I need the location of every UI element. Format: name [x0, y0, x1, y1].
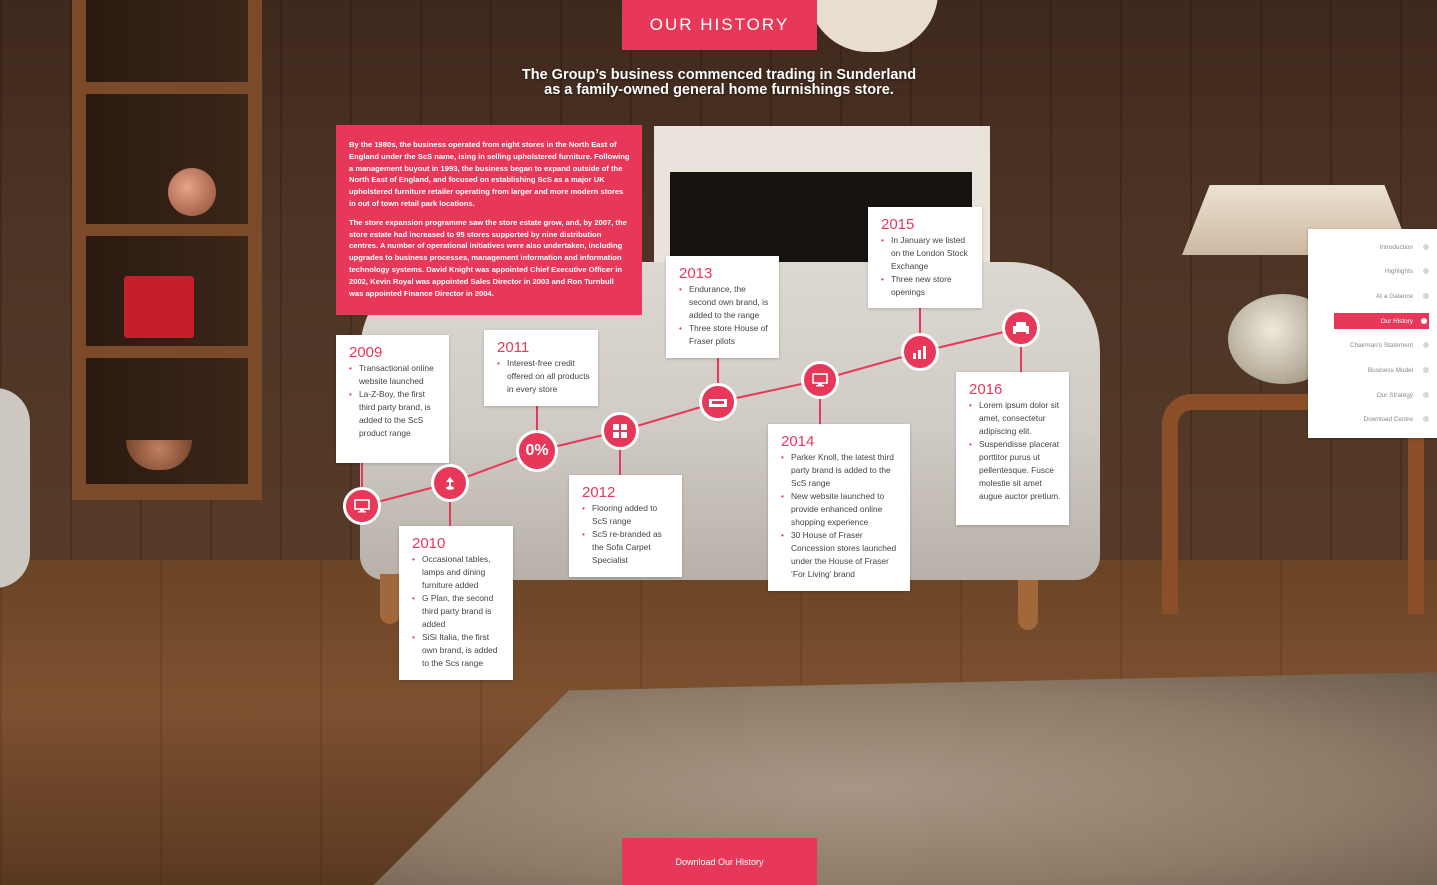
- background-room-photo: [0, 0, 1437, 885]
- list-item: SiSi Italia, the first own brand, is add…: [412, 631, 505, 670]
- year-label: 2014: [781, 433, 815, 450]
- nav-item-download-centre[interactable]: Download Centre: [1308, 411, 1437, 427]
- nav-dot: [1423, 293, 1429, 299]
- list-item: Three new store openings: [881, 273, 974, 299]
- nav-dot: [1423, 367, 1429, 373]
- sofa-leg: [380, 574, 400, 624]
- nav-dot: [1421, 318, 1427, 324]
- year-label: 2012: [582, 484, 616, 501]
- bar-chart-icon[interactable]: [901, 333, 939, 371]
- year-label: 2013: [679, 265, 713, 282]
- nav-dot: [1423, 392, 1429, 398]
- nav-dot: [1423, 268, 1429, 274]
- list-item: ScS re-branded as the Sofa Carpet Specia…: [582, 528, 674, 567]
- nav-item-business-model[interactable]: Business Model: [1308, 362, 1437, 378]
- nav-dot: [1423, 244, 1429, 250]
- nav-item-at-a-glance[interactable]: At a Galance: [1308, 288, 1437, 304]
- year-label: 2010: [412, 535, 446, 552]
- summary-paragraph-2: The store expansion programme saw the st…: [349, 217, 627, 298]
- armchair-icon[interactable]: [1002, 309, 1040, 347]
- nav-dot: [1423, 416, 1429, 422]
- list-item: La-Z-Boy, the first third party brand, i…: [349, 388, 441, 440]
- list-item: Endurance, the second own brand, is adde…: [679, 283, 771, 322]
- summary-paragraph-1: By the 1980s, the business operated from…: [349, 140, 630, 208]
- list-item: G Plan, the second third party brand is …: [412, 592, 505, 631]
- nav-item-highlights[interactable]: Highlights: [1308, 263, 1437, 279]
- history-summary-box: By the 1980s, the business operated from…: [336, 125, 642, 315]
- nav-dot: [1423, 342, 1429, 348]
- section-title: OUR HISTORY: [622, 0, 817, 50]
- list-item: Flooring added to ScS range: [582, 502, 674, 528]
- intro-line-2: as a family-owned general home furnishin…: [544, 82, 894, 98]
- sofa-icon[interactable]: [699, 383, 737, 421]
- zero-percent-icon[interactable]: 0%: [516, 430, 558, 472]
- copper-bowl: [126, 440, 192, 470]
- timeline-card-2012: 2012 Flooring added to ScS range ScS re-…: [569, 475, 682, 577]
- download-history-button[interactable]: Download Our History: [622, 838, 817, 885]
- list-item: Lorem ipsum dolor sit amet, consectetur …: [969, 399, 1061, 438]
- list-item: In January we listed on the London Stock…: [881, 234, 974, 273]
- list-item: New website launched to provide enhanced…: [781, 490, 902, 529]
- timeline-card-2013: 2013 Endurance, the second own brand, is…: [666, 256, 779, 358]
- list-item: 30 House of Fraser Concession stores lau…: [781, 529, 902, 581]
- flooring-icon[interactable]: [601, 412, 639, 450]
- year-label: 2011: [497, 339, 530, 356]
- nav-item-our-history[interactable]: Our History: [1334, 313, 1429, 329]
- lamp-icon[interactable]: [431, 464, 469, 502]
- timeline-card-2016: 2016 Lorem ipsum dolor sit amet, consect…: [956, 372, 1069, 525]
- timeline-card-2011: 2011 Interest-free credit offered on all…: [484, 330, 598, 406]
- intro-line-1: The Group’s business commenced trading i…: [521, 67, 917, 83]
- year-label: 2015: [881, 216, 915, 233]
- nav-item-chairmans-statement[interactable]: Chairman's Statement: [1308, 337, 1437, 353]
- year-label: 2009: [349, 344, 383, 361]
- timeline-card-2014: 2014 Parker Knoll, the latest third part…: [768, 424, 910, 591]
- list-item: Interest-free credit offered on all prod…: [497, 357, 590, 396]
- sofa-leg: [1018, 580, 1038, 630]
- list-item: Suspendisse placerat porttitor purus ut …: [969, 438, 1061, 503]
- timeline-card-2010: 2010 Occasional tables, lamps and dining…: [399, 526, 513, 680]
- list-item: Three store House of Fraser pilots: [679, 322, 771, 348]
- list-item: Parker Knoll, the latest third party bra…: [781, 451, 902, 490]
- website-monitor-icon[interactable]: [801, 361, 839, 399]
- list-item: Occasional tables, lamps and dining furn…: [412, 553, 505, 592]
- timeline-card-2015: 2015 In January we listed on the London …: [868, 207, 982, 308]
- timeline-card-2009: 2009 Transactional online website launch…: [336, 335, 449, 463]
- bookshelf: [72, 0, 262, 500]
- list-item: Transactional online website launched: [349, 362, 441, 388]
- intro-text: The Group’s business commenced trading i…: [480, 68, 958, 98]
- red-basket: [124, 276, 194, 338]
- nav-item-our-strategy[interactable]: Our Strategy: [1308, 387, 1437, 403]
- nav-item-introduction[interactable]: Introduction: [1308, 239, 1437, 255]
- monitor-icon[interactable]: [343, 487, 381, 525]
- year-label: 2016: [969, 381, 1003, 398]
- copper-vase: [168, 168, 216, 216]
- section-side-nav: Introduction Highlights At a Galance Our…: [1308, 229, 1437, 438]
- armchair-edge: [0, 388, 30, 588]
